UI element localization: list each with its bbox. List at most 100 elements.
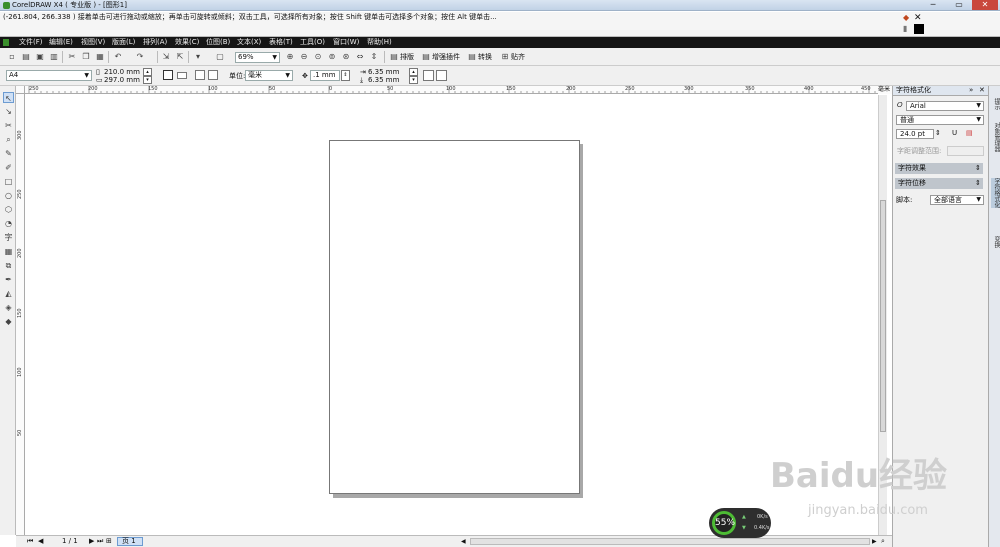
convert-plugin-icon[interactable]: ▤ xyxy=(467,52,477,62)
all-pages-layout-button[interactable] xyxy=(195,70,205,80)
menu-effects[interactable]: 效果(C) xyxy=(175,38,199,47)
docker-close-icon[interactable]: ✕ xyxy=(979,86,985,95)
menu-file[interactable]: 文件(F) xyxy=(19,38,43,47)
menu-arrange[interactable]: 排列(A) xyxy=(143,38,167,47)
text-tool-icon[interactable]: 字 xyxy=(3,232,14,243)
char-spacing-field[interactable] xyxy=(947,146,984,156)
new-document-icon[interactable]: ▫ xyxy=(7,52,17,62)
last-page-icon[interactable]: ⏭ xyxy=(97,537,103,546)
portrait-orientation-button[interactable] xyxy=(163,70,173,80)
export-icon[interactable]: ⇱ xyxy=(175,52,185,62)
navigator-icon[interactable]: ⌕ xyxy=(881,537,890,546)
menu-bitmaps[interactable]: 位图(B) xyxy=(206,38,230,47)
text-color-icon[interactable]: ▤ xyxy=(966,129,973,138)
horizontal-ruler[interactable]: 250 200 150 100 50 0 50 100 150 200 250 … xyxy=(25,86,878,94)
smart-fill-tool-icon[interactable]: ✐ xyxy=(3,162,14,173)
menu-layout[interactable]: 版面(L) xyxy=(112,38,135,47)
outline-tool-icon[interactable]: ◭ xyxy=(3,288,14,299)
redo-icon[interactable]: ↷ xyxy=(135,52,145,62)
drawing-page[interactable] xyxy=(329,140,580,494)
script-dropdown[interactable]: 全部语言 ▼ xyxy=(930,195,984,205)
zoom-page-icon[interactable]: ⊛ xyxy=(341,52,351,62)
font-size-spinner[interactable]: ⇕ xyxy=(935,129,941,138)
undo-icon[interactable]: ↶ xyxy=(113,52,123,62)
interactive-fill-tool-icon[interactable]: ◆ xyxy=(3,316,14,327)
basic-shapes-tool-icon[interactable]: ◔ xyxy=(3,218,14,229)
options-button[interactable] xyxy=(436,70,447,81)
landscape-orientation-button[interactable] xyxy=(177,72,187,79)
arrange-plugin-icon[interactable]: ▤ xyxy=(389,52,399,62)
character-effects-section[interactable]: 字符效果 xyxy=(895,163,983,174)
welcome-screen-icon[interactable]: ▢ xyxy=(215,52,225,62)
interactive-blend-tool-icon[interactable]: ⧉ xyxy=(3,260,14,271)
enhance-plugin-button[interactable]: 增强插件 xyxy=(432,52,460,62)
duplicate-y-spinner[interactable]: ▾ xyxy=(409,76,418,84)
previous-page-icon[interactable]: ◀ xyxy=(38,537,43,546)
docker-expand-icon[interactable]: » xyxy=(969,86,973,95)
shape-tool-icon[interactable]: ↘ xyxy=(3,106,14,117)
height-spinner[interactable]: ▾ xyxy=(143,76,152,84)
pick-tool-icon[interactable]: ↖ xyxy=(3,92,14,103)
menu-window[interactable]: 窗口(W) xyxy=(333,38,359,47)
section-collapse-icon[interactable]: ⇕ xyxy=(975,179,981,188)
document-icon[interactable] xyxy=(3,39,9,46)
save-icon[interactable]: ▣ xyxy=(35,52,45,62)
fill-tool-icon[interactable]: ◈ xyxy=(3,302,14,313)
duplicate-x-spinner[interactable]: ▴ xyxy=(409,68,418,76)
next-page-icon[interactable]: ▶ xyxy=(89,537,94,546)
docker-tab-transform[interactable]: 变换 xyxy=(991,236,1000,248)
eyedropper-tool-icon[interactable]: ✒ xyxy=(3,274,14,285)
table-tool-icon[interactable]: ▦ xyxy=(3,246,14,257)
coreldraw-app-icon[interactable] xyxy=(3,2,10,9)
vertical-scrollbar-thumb[interactable] xyxy=(880,200,886,432)
font-size-field[interactable]: 24.0 pt xyxy=(896,129,934,139)
section-collapse-icon[interactable]: ⇕ xyxy=(975,164,981,173)
font-style-dropdown[interactable]: 普通 ▼ xyxy=(896,115,984,125)
menu-edit[interactable]: 编辑(E) xyxy=(49,38,73,47)
no-fill-icon[interactable]: ✕ xyxy=(914,13,924,23)
copy-icon[interactable]: ❐ xyxy=(81,52,91,62)
menu-view[interactable]: 视图(V) xyxy=(81,38,105,47)
zoom-all-icon[interactable]: ⊚ xyxy=(327,52,337,62)
ruler-origin[interactable] xyxy=(16,86,25,94)
fill-indicator-icon[interactable]: ◆ xyxy=(903,13,912,22)
menu-table[interactable]: 表格(T) xyxy=(269,38,293,47)
rectangle-tool-icon[interactable]: □ xyxy=(3,176,14,187)
print-icon[interactable]: ▥ xyxy=(49,52,59,62)
convert-plugin-button[interactable]: 转换 xyxy=(478,52,492,62)
current-page-layout-button[interactable] xyxy=(208,70,218,80)
zoom-out-icon[interactable]: ⊖ xyxy=(299,52,309,62)
zoom-selected-icon[interactable]: ⊙ xyxy=(313,52,323,62)
close-button[interactable]: ✕ xyxy=(972,0,998,10)
units-dropdown[interactable]: 毫米 ▼ xyxy=(245,70,293,81)
zoom-level-dropdown[interactable]: 69% ▼ xyxy=(235,52,280,63)
snap-to-button[interactable]: 贴齐 xyxy=(511,52,525,62)
crop-tool-icon[interactable]: ✂ xyxy=(3,120,14,131)
outline-color-swatch[interactable] xyxy=(914,24,924,34)
treat-as-filled-button[interactable] xyxy=(423,70,434,81)
maximize-button[interactable]: ▭ xyxy=(946,0,972,10)
cut-icon[interactable]: ✂ xyxy=(67,52,77,62)
underline-icon[interactable]: U xyxy=(952,129,957,138)
add-page-icon[interactable]: ⊞ xyxy=(106,537,112,546)
nudge-spinner[interactable]: ⇕ xyxy=(341,70,350,81)
docker-tab-hints[interactable]: 提示 xyxy=(991,98,1000,110)
menu-tools[interactable]: 工具(O) xyxy=(300,38,325,47)
menu-help[interactable]: 帮助(H) xyxy=(367,38,392,47)
freehand-tool-icon[interactable]: ✎ xyxy=(3,148,14,159)
outline-indicator-icon[interactable]: ▮ xyxy=(903,24,912,33)
minimize-button[interactable]: ─ xyxy=(920,0,946,10)
page-height-field[interactable]: 297.0 mm xyxy=(104,76,140,84)
arrange-plugin-button[interactable]: 排版 xyxy=(400,52,414,62)
character-shift-section[interactable]: 字符位移 xyxy=(895,178,983,189)
zoom-height-icon[interactable]: ⇕ xyxy=(369,52,379,62)
menu-text[interactable]: 文本(X) xyxy=(237,38,261,47)
width-spinner[interactable]: ▴ xyxy=(143,68,152,76)
font-name-dropdown[interactable]: Arial ▼ xyxy=(906,101,984,111)
scroll-left-icon[interactable]: ◀ xyxy=(461,538,468,545)
open-icon[interactable]: ▤ xyxy=(21,52,31,62)
zoom-in-icon[interactable]: ⊕ xyxy=(285,52,295,62)
ellipse-tool-icon[interactable]: ○ xyxy=(3,190,14,201)
snap-icon[interactable]: ⊞ xyxy=(500,52,510,62)
docker-tab-object-manager[interactable]: 对象管理器 xyxy=(991,122,1000,152)
